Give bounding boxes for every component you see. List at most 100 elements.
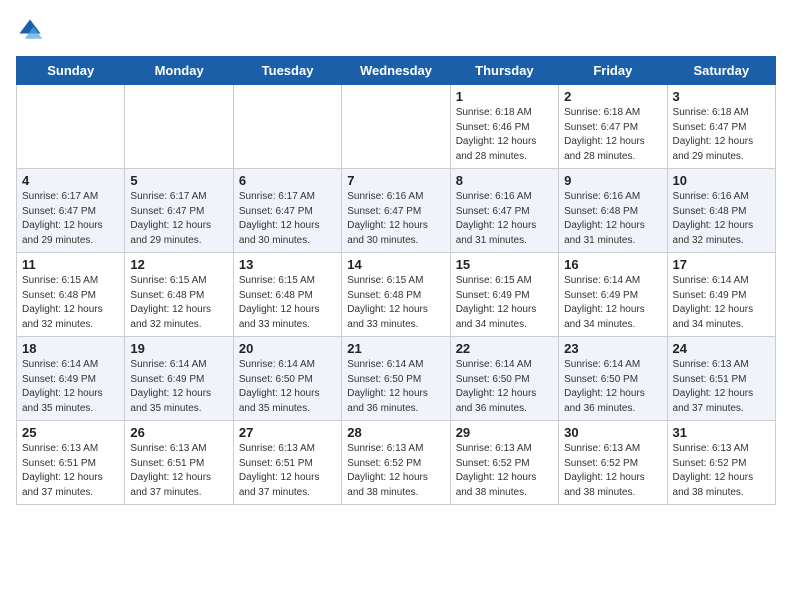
calendar-day-cell: 20 Sunrise: 6:14 AM Sunset: 6:50 PM Dayli… — [233, 337, 341, 421]
day-number: 12 — [130, 257, 227, 272]
day-info: Sunrise: 6:17 AM Sunset: 6:47 PM Dayligh… — [22, 190, 119, 248]
calendar-day-cell: 19Sunrise: 6:14 AM Sunset: 6:49 PM Dayli… — [125, 337, 233, 421]
calendar-week-row: 18 Sunrise: 6:14 AM Sunset: 6:49 PM Dayli… — [17, 337, 776, 421]
day-of-week-header: Wednesday — [342, 57, 450, 85]
day-of-week-header: Tuesday — [233, 57, 341, 85]
day-number: 24 — [673, 341, 770, 356]
day-info: Sunrise: 6:14 AM Sunset: 6:50 PM Dayligh… — [239, 358, 336, 416]
calendar-day-cell: 26 Sunrise: 6:13 AM Sunset: 6:51 PM Dayli… — [125, 421, 233, 505]
days-of-week-row: SundayMondayTuesdayWednesdayThursdayFrid… — [17, 57, 776, 85]
day-info: Sunrise: 6:16 AM Sunset: 6:47 PM Dayligh… — [456, 190, 553, 248]
day-info: Sunrise: 6:18 AM Sunset: 6:46 PM Dayligh… — [456, 106, 553, 164]
calendar-day-cell: 22 Sunrise: 6:14 AM Sunset: 6:50 PM Dayli… — [450, 337, 558, 421]
calendar-day-cell: 30 Sunrise: 6:13 AM Sunset: 6:52 PM Dayli… — [559, 421, 667, 505]
day-number: 16 — [564, 257, 661, 272]
day-info: Sunrise: 6:14 AM Sunset: 6:50 PM Dayligh… — [456, 358, 553, 416]
day-info: Sunrise: 6:18 AM Sunset: 6:47 PM Dayligh… — [673, 106, 770, 164]
calendar-day-cell: 4 Sunrise: 6:17 AM Sunset: 6:47 PM Daylig… — [17, 169, 125, 253]
day-info: Sunrise: 6:14 AM Sunset: 6:49 PM Dayligh… — [673, 274, 770, 332]
day-info: Sunrise: 6:13 AM Sunset: 6:52 PM Dayligh… — [456, 442, 553, 500]
calendar-day-cell: 18 Sunrise: 6:14 AM Sunset: 6:49 PM Dayli… — [17, 337, 125, 421]
calendar-day-cell: 15 Sunrise: 6:15 AM Sunset: 6:49 PM Dayli… — [450, 253, 558, 337]
day-info: Sunrise: 6:14 AM Sunset: 6:49 PM Dayligh… — [22, 358, 119, 416]
day-number: 28 — [347, 425, 444, 440]
calendar-day-cell: 21 Sunrise: 6:14 AM Sunset: 6:50 PM Dayli… — [342, 337, 450, 421]
day-info: Sunrise: 6:13 AM Sunset: 6:51 PM Dayligh… — [239, 442, 336, 500]
day-info: Sunrise: 6:13 AM Sunset: 6:52 PM Dayligh… — [564, 442, 661, 500]
day-number: 26 — [130, 425, 227, 440]
day-number: 25 — [22, 425, 119, 440]
day-number: 15 — [456, 257, 553, 272]
calendar-day-cell: 13 Sunrise: 6:15 AM Sunset: 6:48 PM Dayli… — [233, 253, 341, 337]
calendar-day-cell: 11Sunrise: 6:15 AM Sunset: 6:48 PM Dayli… — [17, 253, 125, 337]
calendar-week-row: 11 Sunrise: 6:15 AM Sunset: 6:48 PM Dayli… — [17, 253, 776, 337]
day-number: 10 — [673, 173, 770, 188]
day-number: 23 — [564, 341, 661, 356]
day-number: 7 — [347, 173, 444, 188]
calendar-day-cell: 2Sunrise: 6:18 AM Sunset: 6:47 PM Daylig… — [559, 85, 667, 169]
day-number: 5 — [130, 173, 227, 188]
calendar-day-cell: 24 Sunrise: 6:13 AM Sunset: 6:51 PM Dayli… — [667, 337, 775, 421]
calendar-day-cell: 6 Sunrise: 6:17 AM Sunset: 6:47 PM Daylig… — [233, 169, 341, 253]
day-of-week-header: Saturday — [667, 57, 775, 85]
day-of-week-header: Thursday — [450, 57, 558, 85]
calendar-day-cell: 29 Sunrise: 6:13 AM Sunset: 6:52 PM Dayli… — [450, 421, 558, 505]
day-info: Sunrise: 6:14 AM Sunset: 6:50 PM Dayligh… — [564, 358, 661, 416]
day-number: 30 — [564, 425, 661, 440]
calendar-day-cell: 7 Sunrise: 6:16 AM Sunset: 6:47 PM Daylig… — [342, 169, 450, 253]
day-number: 21 — [347, 341, 444, 356]
day-number: 6 — [239, 173, 336, 188]
day-number: 22 — [456, 341, 553, 356]
day-number: 27 — [239, 425, 336, 440]
day-info: Sunrise: 6:13 AM Sunset: 6:52 PM Dayligh… — [347, 442, 444, 500]
calendar-day-cell: 28 Sunrise: 6:13 AM Sunset: 6:52 PM Dayli… — [342, 421, 450, 505]
day-info: Sunrise: 6:15 AM Sunset: 6:49 PM Dayligh… — [456, 274, 553, 332]
day-info: Sunrise: 6:13 AM Sunset: 6:51 PM Dayligh… — [673, 358, 770, 416]
calendar-day-cell: 31 Sunrise: 6:13 AM Sunset: 6:52 PM Dayli… — [667, 421, 775, 505]
day-of-week-header: Monday — [125, 57, 233, 85]
calendar-day-cell: 9 Sunrise: 6:16 AM Sunset: 6:48 PM Daylig… — [559, 169, 667, 253]
calendar-day-cell — [342, 85, 450, 169]
day-of-week-header: Sunday — [17, 57, 125, 85]
calendar-body: 1 Sunrise: 6:18 AM Sunset: 6:46 PM Daylig… — [17, 85, 776, 505]
calendar-day-cell: 14 Sunrise: 6:15 AM Sunset: 6:48 PM Dayli… — [342, 253, 450, 337]
calendar-day-cell: 16Sunrise: 6:14 AM Sunset: 6:49 PM Dayli… — [559, 253, 667, 337]
day-info: Sunrise: 6:13 AM Sunset: 6:51 PM Dayligh… — [130, 442, 227, 500]
day-info: Sunrise: 6:16 AM Sunset: 6:47 PM Dayligh… — [347, 190, 444, 248]
day-number: 2 — [564, 89, 661, 104]
day-number: 29 — [456, 425, 553, 440]
day-number: 11 — [22, 257, 119, 272]
day-info: Sunrise: 6:13 AM Sunset: 6:51 PM Dayligh… — [22, 442, 119, 500]
calendar-day-cell — [233, 85, 341, 169]
day-info: Sunrise: 6:15 AM Sunset: 6:48 PM Dayligh… — [130, 274, 227, 332]
day-number: 17 — [673, 257, 770, 272]
day-info: Sunrise: 6:14 AM Sunset: 6:50 PM Dayligh… — [347, 358, 444, 416]
day-info: Sunrise: 6:16 AM Sunset: 6:48 PM Dayligh… — [564, 190, 661, 248]
logo-icon — [16, 16, 44, 44]
day-number: 4 — [22, 173, 119, 188]
day-of-week-header: Friday — [559, 57, 667, 85]
calendar-day-cell: 12 Sunrise: 6:15 AM Sunset: 6:48 PM Dayli… — [125, 253, 233, 337]
calendar-day-cell: 3Sunrise: 6:18 AM Sunset: 6:47 PM Daylig… — [667, 85, 775, 169]
day-number: 20 — [239, 341, 336, 356]
calendar-week-row: 4 Sunrise: 6:17 AM Sunset: 6:47 PM Daylig… — [17, 169, 776, 253]
day-number: 14 — [347, 257, 444, 272]
calendar-table: SundayMondayTuesdayWednesdayThursdayFrid… — [16, 56, 776, 505]
day-info: Sunrise: 6:17 AM Sunset: 6:47 PM Dayligh… — [239, 190, 336, 248]
day-number: 31 — [673, 425, 770, 440]
day-info: Sunrise: 6:15 AM Sunset: 6:48 PM Dayligh… — [239, 274, 336, 332]
day-info: Sunrise: 6:15 AM Sunset: 6:48 PM Dayligh… — [347, 274, 444, 332]
page-header — [16, 16, 776, 44]
day-number: 9 — [564, 173, 661, 188]
day-number: 1 — [456, 89, 553, 104]
day-info: Sunrise: 6:13 AM Sunset: 6:52 PM Dayligh… — [673, 442, 770, 500]
day-number: 13 — [239, 257, 336, 272]
calendar-day-cell: 1 Sunrise: 6:18 AM Sunset: 6:46 PM Daylig… — [450, 85, 558, 169]
logo — [16, 16, 48, 44]
calendar-day-cell: 27 Sunrise: 6:13 AM Sunset: 6:51 PM Dayli… — [233, 421, 341, 505]
calendar-week-row: 1 Sunrise: 6:18 AM Sunset: 6:46 PM Daylig… — [17, 85, 776, 169]
day-info: Sunrise: 6:17 AM Sunset: 6:47 PM Dayligh… — [130, 190, 227, 248]
calendar-day-cell: 5 Sunrise: 6:17 AM Sunset: 6:47 PM Daylig… — [125, 169, 233, 253]
day-number: 8 — [456, 173, 553, 188]
day-number: 18 — [22, 341, 119, 356]
